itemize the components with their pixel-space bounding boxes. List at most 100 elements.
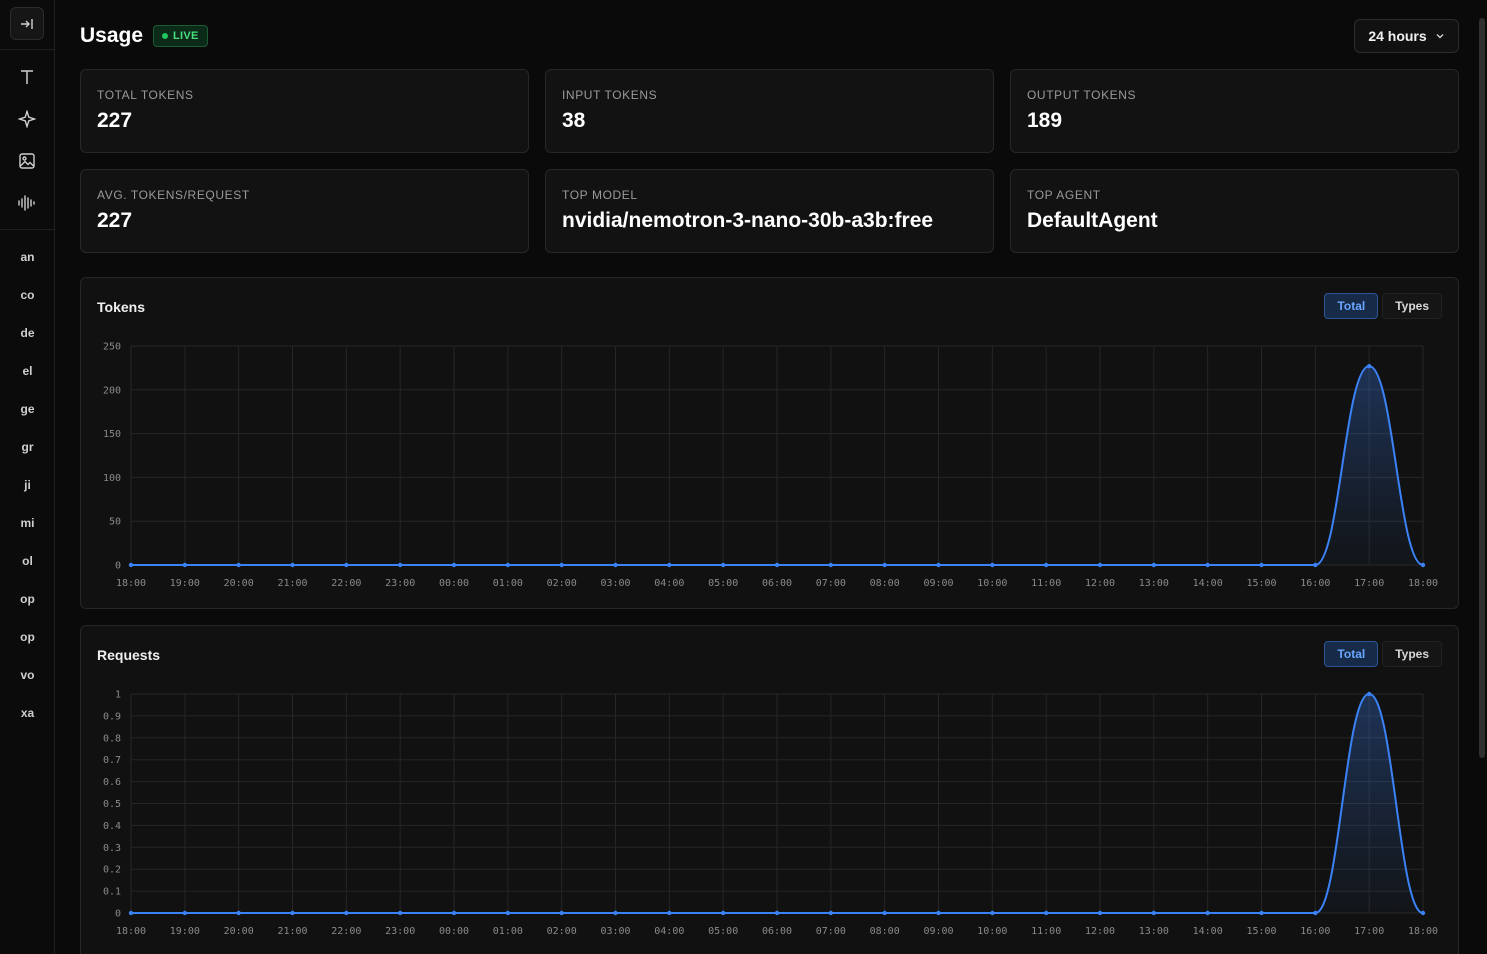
sidebar-audio-button[interactable] xyxy=(15,191,39,215)
x-tick-label: 10:00 xyxy=(977,926,1007,937)
stat-value: 227 xyxy=(97,209,133,232)
data-point[interactable] xyxy=(1313,910,1318,916)
stat-card-top-model: TOP MODEL nvidia/nemotron-3-nano-30b-a3b… xyxy=(545,169,994,253)
data-point[interactable] xyxy=(1097,562,1103,568)
data-point[interactable] xyxy=(451,562,457,568)
page-title: Usage xyxy=(80,24,144,47)
data-point[interactable] xyxy=(505,910,511,916)
x-tick-label: 11:00 xyxy=(1031,926,1061,937)
data-point[interactable] xyxy=(1313,562,1318,568)
x-tick-label: 11:00 xyxy=(1031,578,1061,589)
data-point[interactable] xyxy=(774,562,780,568)
data-point[interactable] xyxy=(990,562,995,568)
data-point[interactable] xyxy=(720,910,726,916)
stat-card-output-tokens: OUTPUT TOKENS 189 xyxy=(1010,69,1459,153)
data-point[interactable] xyxy=(397,562,403,568)
data-point[interactable] xyxy=(1205,910,1210,916)
collapse-sidebar-button[interactable] xyxy=(10,7,44,40)
sidebar-item[interactable]: an xyxy=(0,250,55,264)
data-point[interactable] xyxy=(128,562,134,568)
time-range-dropdown[interactable]: 24 hours xyxy=(1354,19,1459,53)
scrollbar[interactable] xyxy=(1476,0,1487,954)
data-point[interactable] xyxy=(1043,562,1049,568)
data-point[interactable] xyxy=(828,910,834,916)
x-tick-label: 21:00 xyxy=(277,926,307,937)
data-point[interactable] xyxy=(720,562,726,568)
data-point[interactable] xyxy=(182,910,188,916)
data-point[interactable] xyxy=(128,910,134,916)
sidebar-image-button[interactable] xyxy=(15,149,39,173)
data-point[interactable] xyxy=(236,910,241,916)
data-point[interactable] xyxy=(1097,910,1103,916)
data-point[interactable] xyxy=(613,910,618,916)
y-tick-label: 0.2 xyxy=(103,865,121,876)
sidebar-item[interactable]: op xyxy=(0,630,55,644)
data-point[interactable] xyxy=(882,910,887,916)
data-point[interactable] xyxy=(1366,691,1372,697)
data-point[interactable] xyxy=(559,562,564,568)
data-point[interactable] xyxy=(990,910,995,916)
data-point[interactable] xyxy=(1420,910,1426,916)
data-point[interactable] xyxy=(828,562,834,568)
sidebar-item[interactable]: ol xyxy=(0,554,55,568)
x-tick-label: 01:00 xyxy=(493,926,523,937)
sidebar-sparkle-button[interactable] xyxy=(15,107,39,131)
data-point[interactable] xyxy=(613,562,618,568)
sidebar-item[interactable]: op xyxy=(0,592,55,606)
data-point[interactable] xyxy=(290,910,295,916)
sidebar-item[interactable]: xa xyxy=(0,706,55,720)
x-tick-label: 04:00 xyxy=(654,926,684,937)
sidebar-item[interactable]: ge xyxy=(0,402,55,416)
data-point[interactable] xyxy=(344,562,349,568)
data-point[interactable] xyxy=(1259,910,1264,916)
y-tick-label: 200 xyxy=(103,385,121,396)
y-tick-label: 0.7 xyxy=(103,755,121,766)
data-point[interactable] xyxy=(1151,562,1157,568)
requests-chart-panel: Requests Total Types 0 0.1 0.2 0.3 0.4 0.5 0.6… xyxy=(80,625,1459,954)
sidebar-item[interactable]: el xyxy=(0,364,55,378)
stat-card-top-agent: TOP AGENT DefaultAgent xyxy=(1010,169,1459,253)
sidebar-item[interactable]: de xyxy=(0,326,55,340)
data-point[interactable] xyxy=(667,562,672,568)
x-tick-label: 08:00 xyxy=(870,578,900,589)
data-point[interactable] xyxy=(559,910,564,916)
y-tick-label: 0.1 xyxy=(103,887,121,898)
data-point[interactable] xyxy=(344,910,349,916)
data-point[interactable] xyxy=(1151,910,1157,916)
sidebar-text-button[interactable] xyxy=(15,65,39,89)
scrollbar-thumb[interactable] xyxy=(1479,18,1485,758)
data-point[interactable] xyxy=(882,562,887,568)
sidebar: an co de el ge gr ji mi ol op op vo xa xyxy=(0,0,55,954)
sidebar-item[interactable]: gr xyxy=(0,440,55,454)
data-point[interactable] xyxy=(290,562,295,568)
x-tick-label: 13:00 xyxy=(1139,578,1169,589)
data-point[interactable] xyxy=(774,910,780,916)
data-point[interactable] xyxy=(451,910,457,916)
y-tick-label: 0.4 xyxy=(103,821,121,832)
x-tick-label: 21:00 xyxy=(277,578,307,589)
data-point[interactable] xyxy=(182,562,188,568)
y-tick-label: 100 xyxy=(103,473,121,484)
chevron-down-icon xyxy=(1436,34,1444,39)
data-point[interactable] xyxy=(667,910,672,916)
sidebar-item[interactable]: mi xyxy=(0,516,55,530)
data-point[interactable] xyxy=(1205,562,1210,568)
x-tick-label: 12:00 xyxy=(1085,926,1115,937)
image-icon xyxy=(19,153,35,169)
data-point[interactable] xyxy=(936,910,941,916)
stat-label: TOP AGENT xyxy=(1027,188,1101,202)
sidebar-item[interactable]: co xyxy=(0,288,55,302)
x-tick-label: 10:00 xyxy=(977,578,1007,589)
x-tick-label: 23:00 xyxy=(385,926,415,937)
data-point[interactable] xyxy=(1366,363,1372,369)
sidebar-item[interactable]: vo xyxy=(0,668,55,682)
data-point[interactable] xyxy=(1420,562,1426,568)
data-point[interactable] xyxy=(1043,910,1049,916)
data-point[interactable] xyxy=(236,562,241,568)
data-point[interactable] xyxy=(936,562,941,568)
sidebar-item[interactable]: ji xyxy=(0,478,55,492)
data-point[interactable] xyxy=(505,562,511,568)
x-tick-label: 04:00 xyxy=(654,578,684,589)
data-point[interactable] xyxy=(397,910,403,916)
data-point[interactable] xyxy=(1259,562,1264,568)
